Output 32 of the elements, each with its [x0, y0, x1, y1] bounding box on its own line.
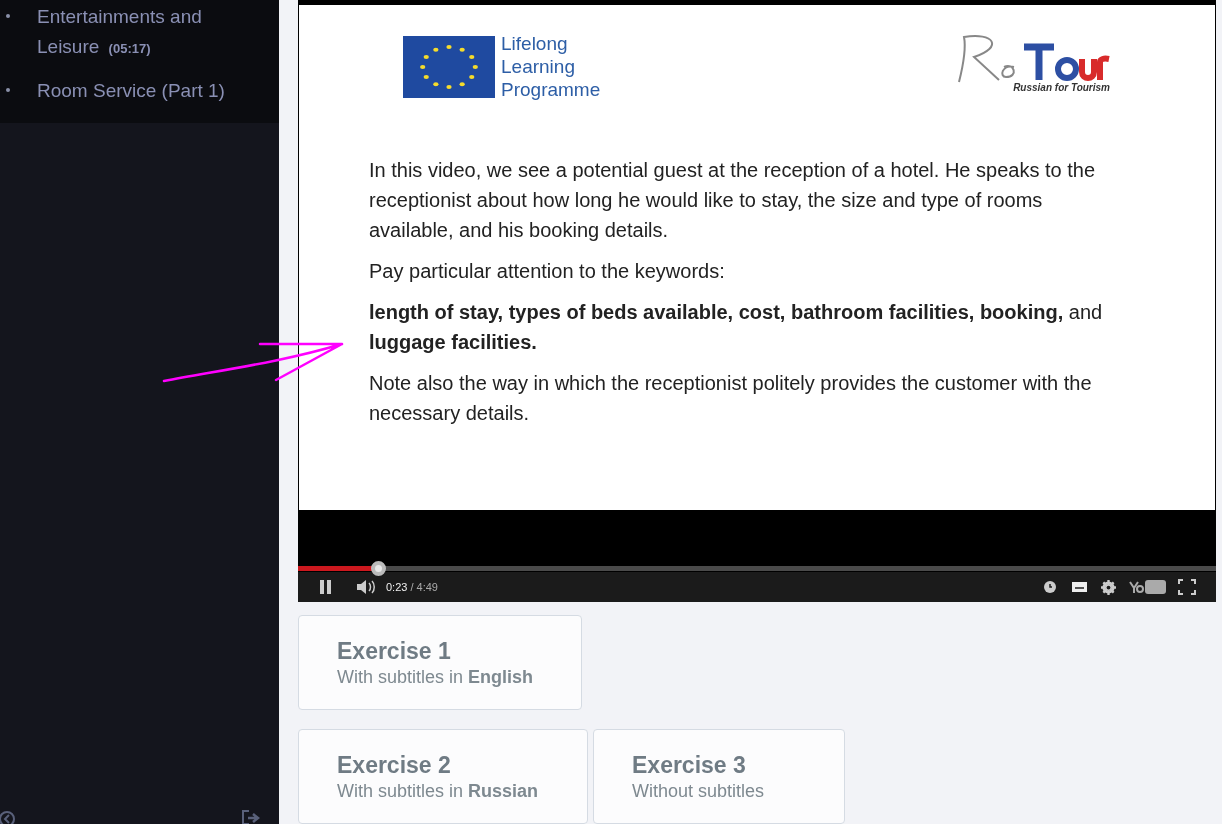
exercise-card[interactable]: Exercise 3 Without subtitles — [593, 729, 845, 824]
sidebar-item[interactable]: Room Service (Part 1) — [37, 76, 237, 106]
subtitles-icon[interactable] — [1072, 582, 1087, 592]
volume-icon[interactable] — [356, 579, 376, 595]
sidebar-item[interactable]: Entertainments and Leisure (05:17) — [37, 2, 237, 64]
exercise-subtitle: With subtitles in Russian — [337, 779, 540, 803]
slide-paragraph: length of stay, types of beds available, cost, bathroom facilities, booking, and luggage facilities. — [369, 300, 1104, 355]
progress-track[interactable] — [298, 566, 1216, 571]
exercise-card[interactable]: Exercise 2 With subtitles in Russian — [298, 729, 588, 824]
current-time: 0:23 — [386, 579, 408, 595]
video-logo-icon[interactable] — [1128, 580, 1166, 594]
exercise-subtitle: Without subtitles — [632, 779, 766, 803]
pause-button[interactable] — [318, 580, 332, 594]
bullet-icon — [6, 14, 10, 18]
exercise-title: Exercise 2 — [337, 750, 452, 780]
exercise-subtitle: With subtitles in English — [337, 665, 535, 689]
back-icon[interactable] — [0, 810, 18, 824]
exercise-title: Exercise 1 — [337, 636, 452, 666]
slide-paragraph: In this video, we see a potential guest at the reception of a hotel. He speaks to the receptionist about how long he would like to stay, the size and type of rooms available, and his booking details. — [369, 158, 1096, 243]
exercise-card[interactable]: Exercise 1 With subtitles in English — [298, 615, 582, 710]
bullet-icon — [6, 88, 10, 92]
eu-flag-icon — [403, 35, 495, 98]
settings-icon[interactable] — [1101, 579, 1116, 595]
clock-icon[interactable] — [1044, 581, 1056, 593]
fullscreen-icon[interactable] — [1178, 579, 1196, 595]
exercise-title: Exercise 3 — [632, 750, 747, 780]
logo-text: Lifelong Learning Programme — [501, 32, 602, 101]
video-player[interactable] — [298, 0, 1216, 602]
slide-paragraph: Note also the way in which the receptionist politely provides the customer with the necessary details. — [369, 371, 1093, 426]
total-time: / 4:49 — [410, 579, 438, 595]
slide-paragraph: Pay particular attention to the keywords: — [369, 259, 726, 284]
logo-tagline: Russian for Tourism — [1013, 81, 1110, 95]
